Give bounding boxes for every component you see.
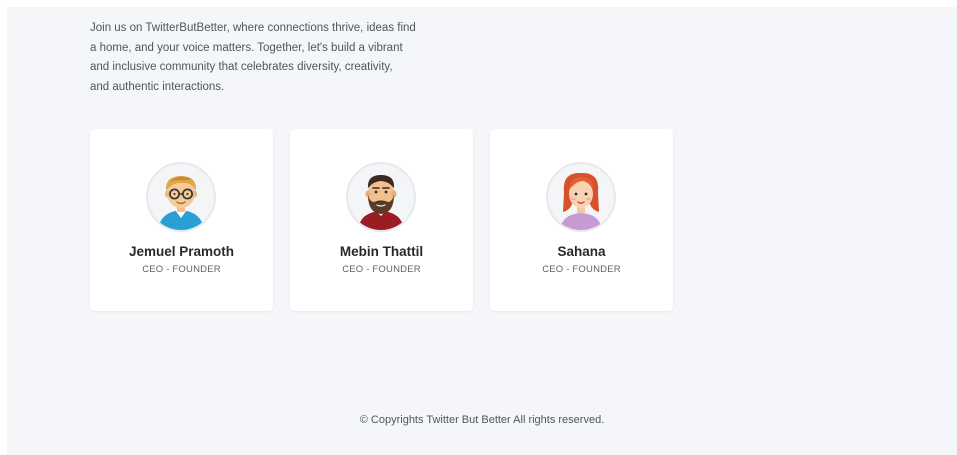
member-role: CEO - FOUNDER [342, 264, 421, 275]
team-card: Sahana CEO - FOUNDER [490, 129, 673, 311]
intro-line: a home, and your voice matters. Together… [90, 41, 403, 54]
member-name: Mebin Thattil [339, 244, 424, 259]
member-role: CEO - FOUNDER [142, 264, 221, 275]
team-cards: Jemuel Pramoth CEO - FOUNDER Mebin Thatt… [90, 129, 673, 311]
woman-avatar-icon [546, 162, 616, 232]
member-name: Jemuel Pramoth [128, 244, 235, 259]
bearded-man-avatar-icon [346, 162, 416, 232]
footer-copyright: © Copyrights Twitter But Better All righ… [359, 414, 605, 426]
member-role: CEO - FOUNDER [542, 264, 621, 275]
intro-line: and inclusive community that celebrates … [90, 61, 393, 73]
intro-line: and authentic interactions. [90, 80, 225, 93]
about-page: Join us on TwitterButBetter, where conne… [7, 7, 957, 455]
team-card: Jemuel Pramoth CEO - FOUNDER [90, 129, 273, 311]
team-card: Mebin Thattil CEO - FOUNDER [290, 129, 473, 311]
intro-paragraph: Join us on TwitterButBetter, where conne… [90, 19, 420, 97]
member-name: Sahana [557, 244, 606, 259]
glasses-man-avatar-icon [146, 162, 216, 232]
intro-line: Join us on TwitterButBetter, where conne… [90, 22, 416, 34]
